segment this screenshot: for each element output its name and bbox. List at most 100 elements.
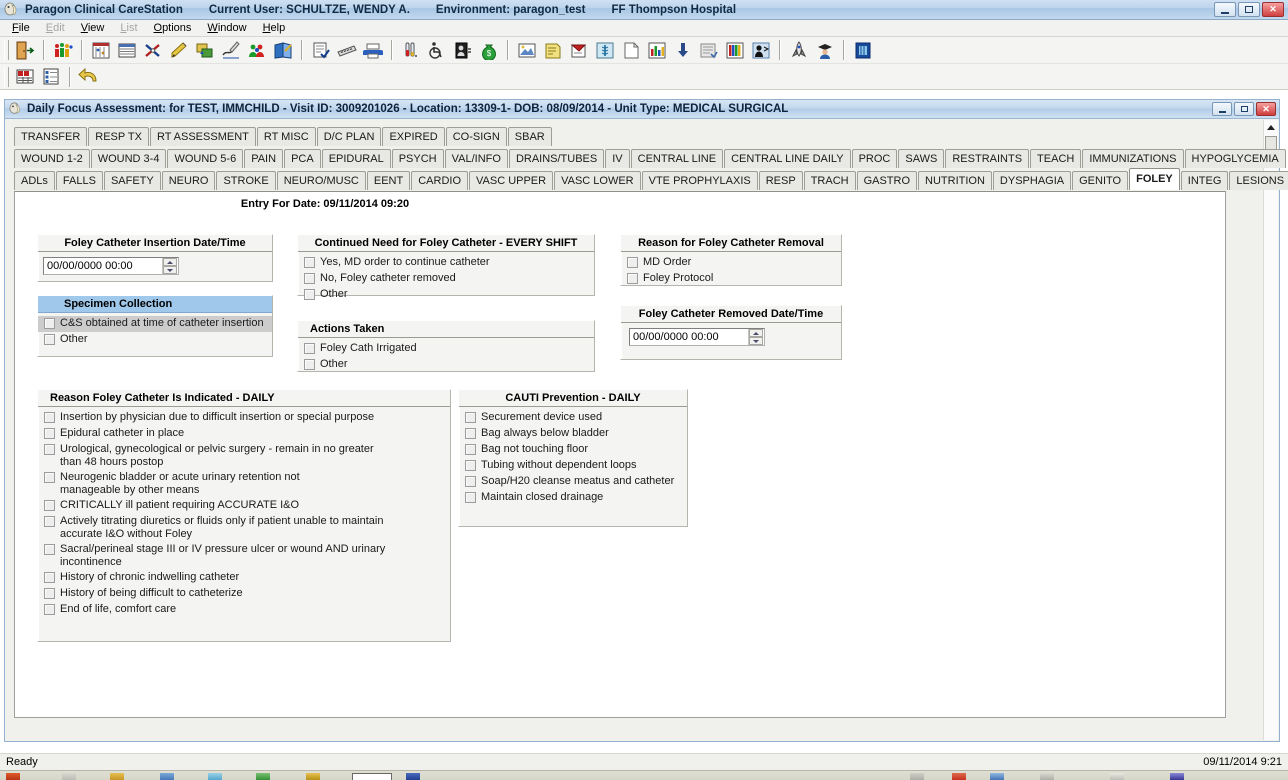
checkbox-icon[interactable] [465, 460, 476, 471]
tab-lesions[interactable]: LESIONS [1229, 171, 1288, 190]
tab-epidural[interactable]: EPIDURAL [321, 149, 391, 168]
tab-hypoglycemia[interactable]: HYPOGLYCEMIA [1184, 149, 1286, 168]
taskbar-item-3-icon[interactable] [160, 773, 174, 780]
menu-options[interactable]: Options [147, 21, 201, 36]
orders-cross-icon[interactable] [141, 39, 165, 62]
checkbox-row[interactable]: Yes, MD order to continue catheter [298, 255, 594, 271]
chart-review-icon[interactable] [271, 39, 295, 62]
tab-val-info[interactable]: VAL/INFO [444, 149, 508, 168]
tab-iv[interactable]: IV [605, 149, 630, 168]
menu-help[interactable]: Help [256, 21, 295, 36]
people-group-icon[interactable] [51, 39, 75, 62]
checkbox-row[interactable]: Foley Protocol [621, 271, 841, 287]
stepper-down-icon[interactable] [749, 337, 763, 345]
tab-restraints[interactable]: RESTRAINTS [945, 149, 1030, 168]
scroll-up-button[interactable] [1264, 120, 1278, 135]
tab-drains-tubes[interactable]: DRAINS/TUBES [508, 149, 605, 168]
checkbox-icon[interactable] [44, 544, 55, 555]
checkbox-icon[interactable] [304, 273, 315, 284]
tab-co-sign[interactable]: CO-SIGN [445, 127, 507, 146]
red-folder-icon[interactable] [567, 39, 591, 62]
checkbox-row[interactable]: Bag not touching floor [459, 442, 687, 458]
checkbox-row[interactable]: Neurogenic bladder or acute urinary rete… [38, 470, 450, 498]
numbers-grid-icon[interactable] [13, 65, 37, 88]
checkbox-row[interactable]: Sacral/perineal stage III or IV pressure… [38, 542, 450, 570]
checkbox-row[interactable]: C&S obtained at time of catheter inserti… [38, 316, 272, 332]
download-icon[interactable] [671, 39, 695, 62]
money-bag-icon[interactable]: $ [477, 39, 501, 62]
insertion-datetime-stepper[interactable] [162, 258, 177, 274]
taskbar-tray-icon-2[interactable] [952, 773, 966, 780]
tab-wound-3-4[interactable]: WOUND 3-4 [90, 149, 167, 168]
checkbox-icon[interactable] [465, 476, 476, 487]
taskbar-tray-icon-3[interactable] [990, 773, 1004, 780]
tab-safety[interactable]: SAFETY [103, 171, 161, 190]
checkbox-icon[interactable] [44, 516, 55, 527]
checkbox-icon[interactable] [44, 500, 55, 511]
tab-resp[interactable]: RESP [758, 171, 803, 190]
tab-proc[interactable]: PROC [851, 149, 898, 168]
checkbox-row[interactable]: Epidural catheter in place [38, 426, 450, 442]
vertical-scrollbar[interactable] [1263, 120, 1278, 740]
tab-rt-misc[interactable]: RT MISC [256, 127, 316, 146]
taskbar-item-7-icon[interactable] [406, 773, 420, 780]
stepper-up-icon[interactable] [163, 258, 177, 266]
restore-button[interactable] [1238, 2, 1260, 17]
id-badge-icon[interactable] [451, 39, 475, 62]
checkbox-row[interactable]: Soap/H20 cleanse meatus and catheter [459, 474, 687, 490]
tab-central-line[interactable]: CENTRAL LINE [630, 149, 724, 168]
taskbar-active-window[interactable] [352, 773, 392, 780]
tab-saws[interactable]: SAWS [898, 149, 945, 168]
film-strip-icon[interactable] [335, 39, 359, 62]
tab-neuro[interactable]: NEURO [161, 171, 216, 190]
refresh-arrows-icon[interactable] [193, 39, 217, 62]
tab-transfer[interactable]: TRANSFER [14, 127, 88, 146]
care-team-icon[interactable] [245, 39, 269, 62]
wheelchair-icon[interactable] [425, 39, 449, 62]
tab-resp-tx[interactable]: RESP TX [88, 127, 149, 146]
tab-cardio[interactable]: CARDIO [411, 171, 468, 190]
tab-vasc-upper[interactable]: VASC UPPER [469, 171, 554, 190]
menu-window[interactable]: Window [200, 21, 255, 36]
checkbox-icon[interactable] [304, 359, 315, 370]
checklist-icon[interactable] [39, 65, 63, 88]
person-speak-icon[interactable] [749, 39, 773, 62]
menu-edit[interactable]: Edit [39, 21, 74, 36]
tab-rt-assessment[interactable]: RT ASSESSMENT [149, 127, 256, 146]
rocket-icon[interactable] [787, 39, 811, 62]
taskbar-item-2-icon[interactable] [110, 773, 124, 780]
checkbox-icon[interactable] [465, 412, 476, 423]
tab-teach[interactable]: TEACH [1030, 149, 1082, 168]
checkbox-icon[interactable] [44, 444, 55, 455]
removed-datetime-input[interactable]: 00/00/0000 00:00 [629, 328, 765, 346]
checkbox-icon[interactable] [44, 412, 55, 423]
toolbar-grip[interactable] [4, 66, 9, 87]
minimize-button[interactable] [1212, 102, 1232, 116]
tab-pain[interactable]: PAIN [244, 149, 284, 168]
tab-trach[interactable]: TRACH [803, 171, 856, 190]
taskbar-tray-icon-4[interactable] [1040, 773, 1054, 780]
tab-foley[interactable]: FOLEY [1129, 168, 1180, 190]
tab-neuro-musc[interactable]: NEURO/MUSC [276, 171, 366, 190]
taskbar-start-icon[interactable] [6, 773, 20, 780]
books-icon[interactable] [723, 39, 747, 62]
checkbox-icon[interactable] [44, 604, 55, 615]
blue-box-icon[interactable] [851, 39, 875, 62]
taskbar-item-1-icon[interactable] [62, 773, 76, 780]
checkbox-icon[interactable] [465, 492, 476, 503]
notes-pad-icon[interactable] [541, 39, 565, 62]
checkbox-row[interactable]: Tubing without dependent loops [459, 458, 687, 474]
imaging-icon[interactable] [515, 39, 539, 62]
printer-icon[interactable] [361, 39, 385, 62]
checkbox-icon[interactable] [627, 257, 638, 268]
tab-sbar[interactable]: SBAR [507, 127, 552, 146]
tab-gastro[interactable]: GASTRO [856, 171, 918, 190]
taskbar-tray-icon-6[interactable] [1170, 773, 1184, 780]
menu-list[interactable]: List [113, 21, 146, 36]
tab-wound-5-6[interactable]: WOUND 5-6 [167, 149, 244, 168]
checkbox-row[interactable]: Other [38, 332, 272, 348]
minimize-button[interactable] [1214, 2, 1236, 17]
lab-tubes-icon[interactable] [399, 39, 423, 62]
checkbox-row[interactable]: No, Foley catheter removed [298, 271, 594, 287]
taskbar-item-5-icon[interactable] [256, 773, 270, 780]
